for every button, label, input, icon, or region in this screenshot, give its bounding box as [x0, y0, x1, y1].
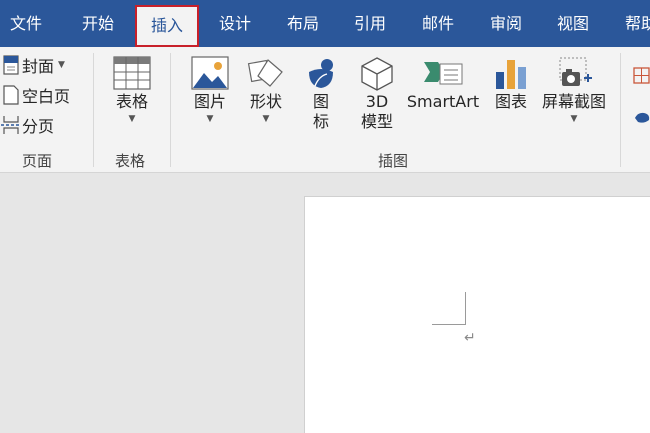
- store-icon[interactable]: [634, 109, 650, 129]
- tab-mailings[interactable]: 邮件: [422, 0, 454, 47]
- tab-design[interactable]: 设计: [219, 0, 251, 47]
- smartart-icon: [406, 56, 480, 92]
- ribbon: 封面 ▼ 空白页 分页 页面 表格 ▼ 表格 图片 ▼ 形状 ▼ 图 标 3D …: [0, 47, 650, 173]
- group-separator: [93, 53, 94, 167]
- blank-page-label: 空白页: [22, 87, 71, 106]
- blank-page-icon: [0, 84, 22, 106]
- smartart-label: SmartArt: [406, 92, 480, 111]
- table-dropdown-icon: ▼: [128, 114, 136, 124]
- group-separator: [620, 53, 621, 167]
- chart-label: 图表: [494, 92, 527, 111]
- cover-page-icon: [0, 54, 22, 76]
- table-button[interactable]: 表格 ▼: [110, 56, 154, 126]
- tab-home[interactable]: 开始: [82, 0, 114, 47]
- 3d-models-icon: [355, 56, 399, 92]
- chart-button[interactable]: 图表: [490, 56, 532, 112]
- 3d-models-label-line2: 模型: [360, 112, 393, 131]
- shapes-label: 形状: [249, 92, 282, 111]
- table-label: 表格: [115, 92, 148, 111]
- addin-icon[interactable]: [633, 67, 650, 88]
- picture-icon: [188, 56, 232, 92]
- page-break-button[interactable]: 分页: [0, 111, 54, 139]
- tab-file[interactable]: 文件: [10, 0, 42, 47]
- shapes-icon: [244, 56, 288, 92]
- tab-review[interactable]: 审阅: [490, 0, 522, 47]
- tab-insert[interactable]: 插入: [135, 5, 200, 47]
- icons-label-line1: 图: [312, 92, 329, 111]
- screenshot-dropdown-icon: ▼: [570, 114, 578, 124]
- tab-help[interactable]: 帮助: [625, 0, 650, 47]
- cover-dropdown-icon: ▼: [58, 60, 65, 70]
- picture-dropdown-icon: ▼: [206, 114, 214, 124]
- tab-layout[interactable]: 布局: [287, 0, 319, 47]
- tables-group-label: 表格: [115, 152, 146, 170]
- smartart-button[interactable]: SmartArt: [406, 56, 480, 112]
- picture-label: 图片: [193, 92, 226, 111]
- picture-button[interactable]: 图片 ▼: [188, 56, 232, 126]
- page-break-icon: [0, 114, 22, 136]
- tab-references[interactable]: 引用: [354, 0, 386, 47]
- pages-group-label: 页面: [22, 152, 53, 170]
- icons-icon: [300, 56, 342, 92]
- paragraph-mark: ↵: [464, 330, 476, 346]
- tab-view[interactable]: 视图: [557, 0, 589, 47]
- margin-corner-mark: [432, 324, 466, 325]
- 3d-models-button[interactable]: 3D 模型: [355, 56, 399, 132]
- blank-page-button[interactable]: 空白页: [0, 81, 70, 109]
- cover-page-label: 封面: [22, 57, 55, 76]
- table-icon: [110, 56, 154, 92]
- group-separator: [170, 53, 171, 167]
- screenshot-button[interactable]: 屏幕截图 ▼: [539, 56, 609, 126]
- cover-page-button[interactable]: 封面 ▼: [0, 51, 65, 79]
- screenshot-icon: [539, 56, 609, 92]
- shapes-dropdown-icon: ▼: [262, 114, 270, 124]
- 3d-models-label-line1: 3D: [365, 92, 389, 111]
- chart-icon: [490, 56, 532, 92]
- ribbon-tab-bar: 文件 开始 插入 设计 布局 引用 邮件 审阅 视图 帮助: [0, 0, 650, 47]
- screenshot-label: 屏幕截图: [541, 92, 606, 111]
- page-break-label: 分页: [22, 117, 55, 136]
- margin-corner-mark: [465, 292, 466, 325]
- document-page[interactable]: [304, 196, 650, 433]
- shapes-button[interactable]: 形状 ▼: [244, 56, 288, 126]
- illustrations-group-label: 插图: [378, 152, 409, 170]
- icons-button[interactable]: 图 标: [300, 56, 342, 132]
- icons-label-line2: 标: [312, 112, 329, 131]
